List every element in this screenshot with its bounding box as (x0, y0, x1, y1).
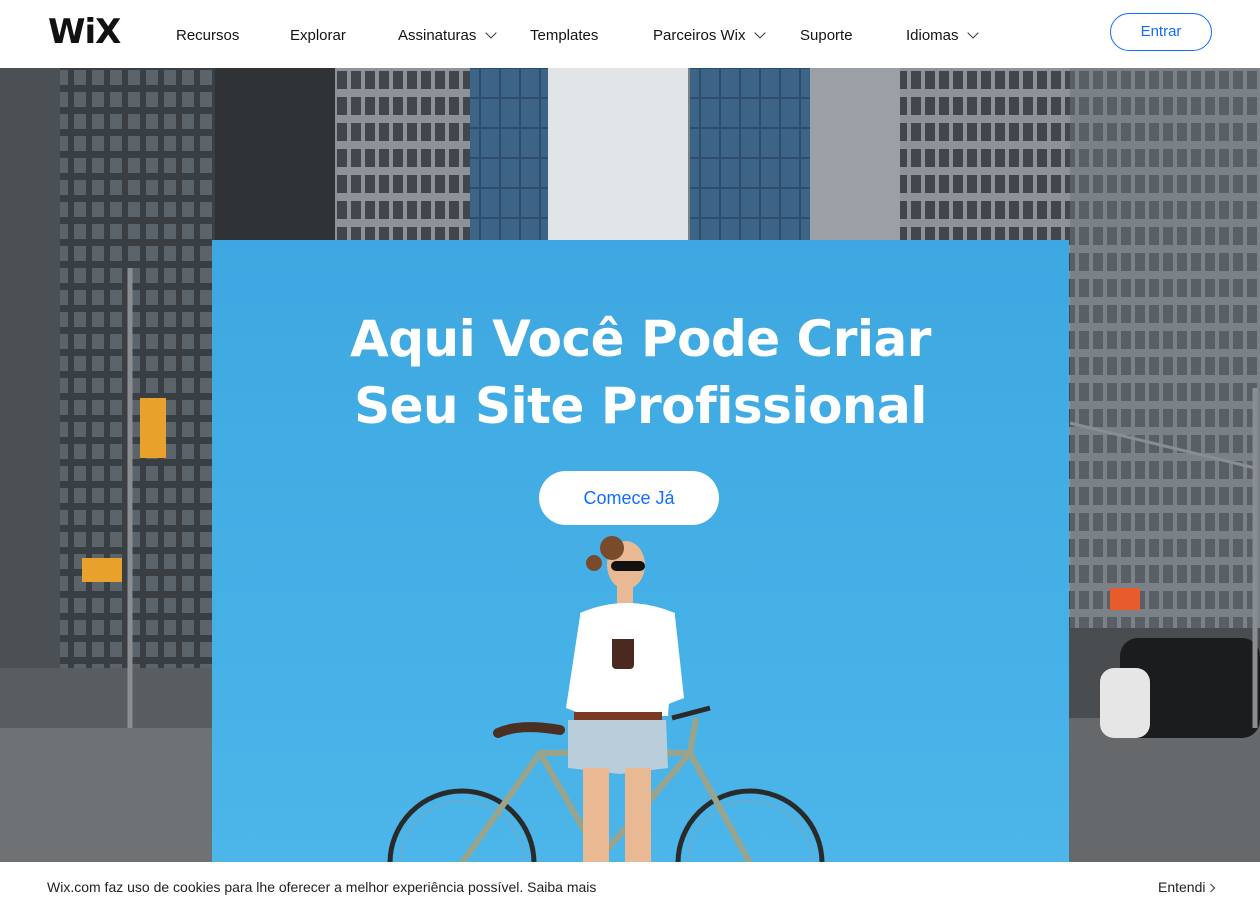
login-button[interactable]: Entrar (1110, 13, 1212, 51)
cookie-accept-label: Entendi (1158, 879, 1206, 895)
nav-suporte[interactable]: Suporte (800, 26, 853, 46)
nav-templates-label: Templates (530, 27, 599, 44)
learn-more-link[interactable]: Saiba mais (527, 879, 596, 895)
cookie-accept-button[interactable]: Entendi (1158, 878, 1216, 896)
hero-title-line-1: Aqui Você Pode Criar (350, 310, 931, 368)
nav-parceiros-wix[interactable]: Parceiros Wix (653, 26, 766, 46)
chevron-right-icon (1207, 883, 1216, 893)
hero-section: Aqui Você Pode Criar Seu Site Profission… (0, 68, 1260, 862)
nav-assinaturas-label: Assinaturas (398, 27, 477, 44)
nav-recursos-label: Recursos (176, 27, 240, 44)
top-navigation-bar: WiX Recursos Explorar Assinaturas Templa… (0, 0, 1260, 68)
nav-assinaturas[interactable]: Assinaturas (398, 26, 497, 46)
nav-recursos[interactable]: Recursos (176, 26, 239, 46)
wix-logo[interactable]: WiX (48, 12, 121, 52)
chevron-down-icon (967, 27, 979, 39)
cookie-message: Wix.com faz uso de cookies para lhe ofer… (47, 878, 596, 896)
chevron-down-icon (754, 27, 766, 39)
hero-title: Aqui Você Pode Criar Seu Site Profission… (212, 306, 1069, 440)
nav-explorar[interactable]: Explorar (290, 26, 346, 46)
cookie-message-text: Wix.com faz uso de cookies para lhe ofer… (47, 879, 524, 895)
get-started-button[interactable]: Comece Já (539, 471, 719, 525)
nav-suporte-label: Suporte (800, 27, 853, 44)
chevron-down-icon (484, 27, 497, 39)
nav-templates[interactable]: Templates (530, 26, 598, 46)
nav-idiomas[interactable]: Idiomas (906, 26, 979, 46)
cookie-consent-bar: Wix.com faz uso de cookies para lhe ofer… (0, 862, 1260, 910)
nav-explorar-label: Explorar (290, 27, 346, 44)
nav-idiomas-label: Idiomas (906, 27, 959, 44)
hero-title-line-2: Seu Site Profissional (354, 377, 927, 435)
nav-parceiros-wix-label: Parceiros Wix (653, 27, 746, 44)
